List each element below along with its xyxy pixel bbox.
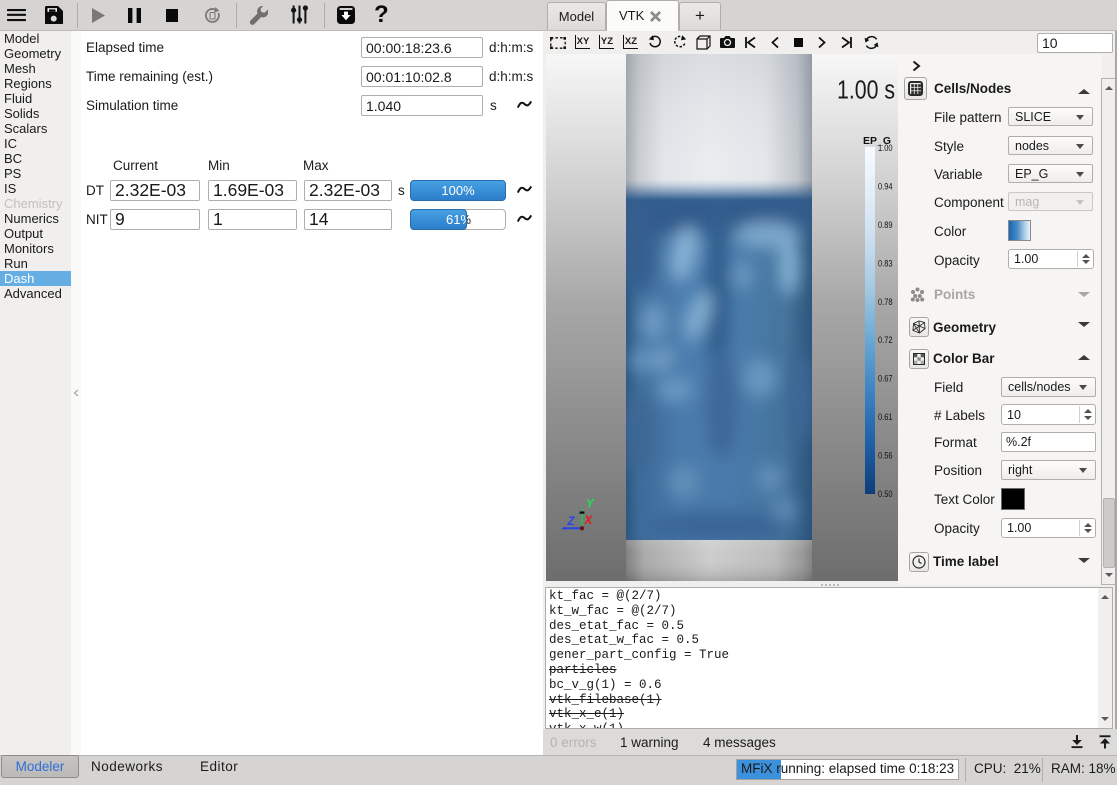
svg-text:0.78: 0.78 xyxy=(878,297,893,308)
svg-text:0.89: 0.89 xyxy=(878,220,893,231)
svg-text:0.61: 0.61 xyxy=(878,412,893,423)
svg-text:X: X xyxy=(584,515,594,527)
svg-text:0.67: 0.67 xyxy=(878,374,893,385)
svg-text:0.83: 0.83 xyxy=(878,258,893,269)
svg-text:Y: Y xyxy=(586,499,595,511)
svg-text:Z: Z xyxy=(567,516,576,528)
svg-text:0.50: 0.50 xyxy=(878,489,893,500)
svg-text:0.56: 0.56 xyxy=(878,451,893,462)
svg-text:0.72: 0.72 xyxy=(878,335,893,346)
svg-text:0.94: 0.94 xyxy=(878,181,893,192)
svg-text:1.00: 1.00 xyxy=(878,143,893,154)
svg-text:1.00 s: 1.00 s xyxy=(837,77,895,105)
